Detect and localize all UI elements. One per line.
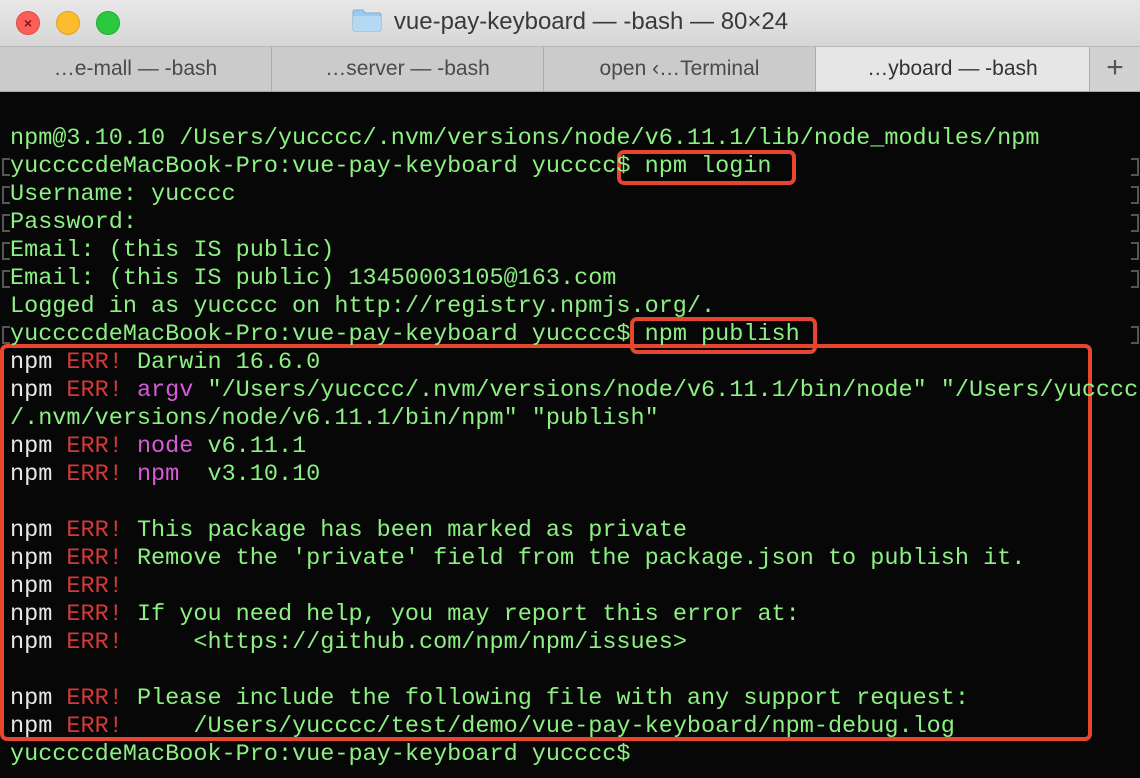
- terminal-line: npm@3.10.10 /Users/yucccc/.nvm/versions/…: [10, 125, 1039, 153]
- terminal-line: Username: yucccc: [10, 181, 236, 209]
- terminal-line: Logged in as yucccc on http://registry.n…: [10, 293, 715, 321]
- terminal-text: Darwin 16.6.0: [122, 349, 321, 376]
- line-mark-left: [2, 242, 10, 260]
- terminal-line: yuccccdeMacBook-Pro:vue-pay-keyboard yuc…: [10, 741, 631, 769]
- terminal-text: npm: [10, 601, 67, 628]
- terminal-output[interactable]: npm@3.10.10 /Users/yucccc/.nvm/versions/…: [0, 92, 1140, 778]
- terminal-text: Remove the 'private' field from the pack…: [122, 545, 1026, 572]
- line-mark-left: [2, 214, 10, 232]
- terminal-line: Email: (this IS public) 13450003105@163.…: [10, 265, 616, 293]
- terminal-text: Password:: [10, 209, 137, 236]
- terminal-line: npm ERR! npm v3.10.10: [10, 461, 320, 489]
- window-title: vue-pay-keyboard — -bash — 80×24: [0, 8, 1140, 36]
- keyword-text: argv: [136, 377, 194, 404]
- terminal-text: npm: [10, 377, 67, 404]
- line-mark-left: [2, 158, 10, 176]
- terminal-line: Password:: [10, 209, 137, 237]
- folder-icon: [352, 9, 382, 32]
- terminal-text: /.nvm/versions/node/v6.11.1/bin/npm" "pu…: [10, 405, 659, 432]
- terminal-text: yuccccdeMacBook-Pro:vue-pay-keyboard yuc…: [10, 741, 631, 768]
- terminal-text: <https://github.com/npm/npm/issues>: [122, 629, 687, 656]
- terminal-text: Username: yucccc: [10, 181, 236, 208]
- tab-bar: …e-mall — -bash …server — -bash open ‹…Ter…: [0, 47, 1140, 92]
- error-tag: ERR!: [66, 461, 123, 488]
- terminal-text: This package has been marked as private: [122, 517, 687, 544]
- error-tag: ERR!: [66, 377, 123, 404]
- terminal-line: npm ERR! Please include the following fi…: [10, 685, 969, 713]
- terminal-text: v6.11.1: [193, 433, 307, 460]
- terminal-line: npm ERR! Darwin 16.6.0: [10, 349, 320, 377]
- terminal-line: yuccccdeMacBook-Pro:vue-pay-keyboard yuc…: [10, 321, 800, 349]
- terminal-line: npm ERR! argv "/Users/yucccc/.nvm/versio…: [10, 377, 1138, 405]
- terminal-line: npm ERR! Remove the 'private' field from…: [10, 545, 1025, 573]
- error-tag: ERR!: [66, 433, 123, 460]
- terminal-text: npm publish: [644, 321, 800, 348]
- terminal-line: npm ERR! If you need help, you may repor…: [10, 601, 800, 629]
- terminal-text: "/Users/yucccc/.nvm/versions/node/v6.11.…: [193, 377, 1139, 404]
- line-mark-right: [1131, 270, 1139, 288]
- terminal-line: /.nvm/versions/node/v6.11.1/bin/npm" "pu…: [10, 405, 659, 433]
- terminal-text: npm: [10, 713, 67, 740]
- terminal-window: × vue-pay-keyboard — -bash — 80×24 …e-ma…: [0, 0, 1140, 778]
- terminal-line: yuccccdeMacBook-Pro:vue-pay-keyboard yuc…: [10, 153, 772, 181]
- terminal-text: Email: (this IS public) 13450003105@163.…: [10, 265, 617, 292]
- new-tab-button[interactable]: +: [1090, 47, 1140, 91]
- terminal-text: npm: [10, 349, 67, 376]
- tab-1[interactable]: …e-mall — -bash: [0, 47, 272, 91]
- terminal-text: npm: [10, 461, 67, 488]
- terminal-line: Email: (this IS public): [10, 237, 334, 265]
- terminal-text: npm: [10, 517, 67, 544]
- terminal-line: npm ERR! node v6.11.1: [10, 433, 306, 461]
- terminal-text: npm: [10, 433, 67, 460]
- terminal-text: Email: (this IS public): [10, 237, 335, 264]
- line-mark-right: [1131, 326, 1139, 344]
- line-mark-right: [1131, 214, 1139, 232]
- line-mark-right: [1131, 186, 1139, 204]
- error-tag: ERR!: [66, 349, 123, 376]
- error-tag: ERR!: [66, 629, 123, 656]
- line-mark-right: [1131, 158, 1139, 176]
- terminal-text: If you need help, you may report this er…: [122, 601, 800, 628]
- keyword-text: node: [136, 433, 194, 460]
- terminal-line: npm ERR! /Users/yucccc/test/demo/vue-pay…: [10, 713, 955, 741]
- tab-3[interactable]: open ‹…Terminal: [544, 47, 816, 91]
- terminal-text: v3.10.10: [179, 461, 321, 488]
- line-mark-right: [1131, 242, 1139, 260]
- terminal-line: npm ERR! <https://github.com/npm/npm/iss…: [10, 629, 687, 657]
- error-tag: ERR!: [66, 601, 123, 628]
- terminal-text: Logged in as yucccc on http://registry.n…: [10, 293, 716, 320]
- terminal-line: npm ERR!: [10, 573, 123, 601]
- window-title-text: vue-pay-keyboard — -bash — 80×24: [393, 8, 789, 35]
- error-tag: ERR!: [66, 517, 123, 544]
- error-tag: ERR!: [66, 685, 123, 712]
- terminal-text: npm: [10, 685, 67, 712]
- error-tag: ERR!: [66, 545, 123, 572]
- terminal-text: npm: [10, 573, 67, 600]
- line-mark-left: [2, 186, 10, 204]
- terminal-line: npm ERR! This package has been marked as…: [10, 517, 687, 545]
- line-mark-left: [2, 326, 10, 344]
- terminal-text: Please include the following file with a…: [122, 685, 969, 712]
- terminal-text: npm: [10, 629, 67, 656]
- terminal-text: yuccccdeMacBook-Pro:vue-pay-keyboard yuc…: [10, 321, 645, 348]
- error-tag: ERR!: [66, 713, 123, 740]
- error-tag: ERR!: [66, 573, 123, 600]
- terminal-text: npm login: [644, 153, 772, 180]
- terminal-text: /Users/yucccc/test/demo/vue-pay-keyboard…: [122, 713, 955, 740]
- terminal-text: yuccccdeMacBook-Pro:vue-pay-keyboard yuc…: [10, 153, 645, 180]
- terminal-text: npm: [10, 545, 67, 572]
- keyword-text: npm: [136, 461, 180, 488]
- tab-4[interactable]: …yboard — -bash: [816, 47, 1090, 91]
- line-mark-left: [2, 270, 10, 288]
- terminal-text: npm@3.10.10 /Users/yucccc/.nvm/versions/…: [10, 125, 1040, 152]
- tab-2[interactable]: …server — -bash: [272, 47, 544, 91]
- title-bar[interactable]: × vue-pay-keyboard — -bash — 80×24: [0, 0, 1140, 47]
